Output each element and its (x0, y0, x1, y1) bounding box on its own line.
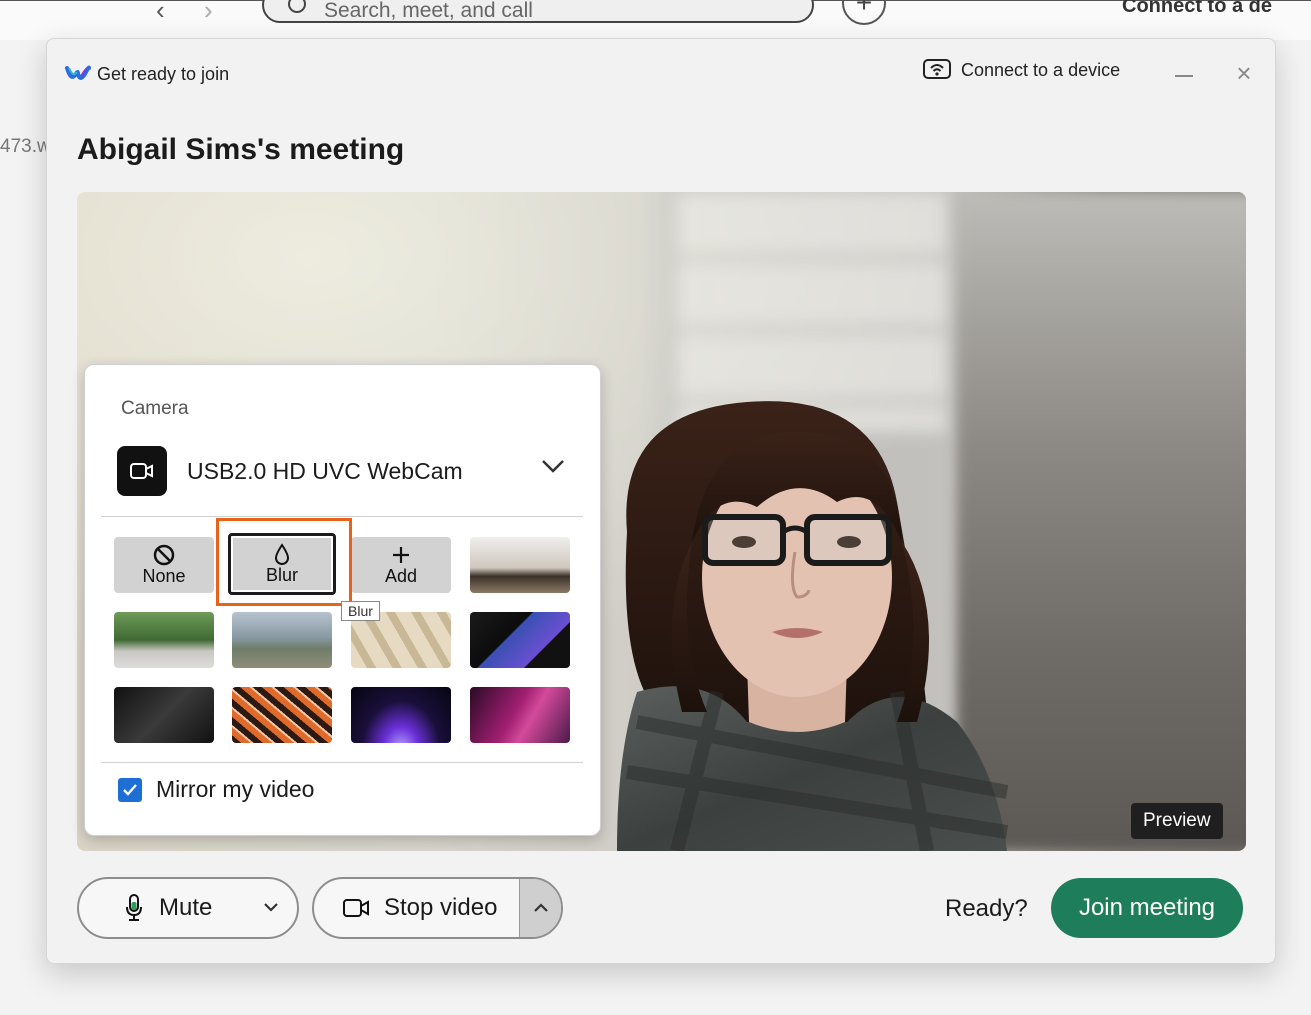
cast-device-icon (923, 59, 951, 79)
mute-button-group: Mute (77, 877, 299, 939)
new-action-button[interactable]: + (842, 0, 886, 25)
camera-icon (117, 446, 167, 496)
background-image-forest-room[interactable] (114, 612, 214, 668)
background-image-office[interactable] (470, 537, 570, 593)
person-silhouette (617, 401, 1009, 851)
background-blur-option[interactable]: Blur (228, 533, 336, 595)
dialog-title: Get ready to join (97, 63, 230, 84)
chevron-down-icon[interactable] (263, 901, 279, 913)
forward-arrow-icon[interactable]: › (204, 0, 213, 26)
background-search-input[interactable]: Search, meet, and call (262, 0, 814, 23)
camera-section-label: Camera (121, 398, 189, 419)
blur-tooltip: Blur (341, 601, 380, 621)
video-options-toggle[interactable] (519, 879, 561, 937)
background-image-blue-abstract[interactable] (470, 612, 570, 668)
webex-logo-icon (65, 65, 91, 80)
camera-device-select[interactable]: USB2.0 HD UVC WebCam (117, 445, 565, 497)
background-add-option[interactable]: Add (351, 537, 451, 593)
stop-video-label: Stop video (384, 894, 498, 921)
no-symbol-icon (153, 544, 175, 566)
video-camera-icon (342, 898, 370, 918)
background-connect-link[interactable]: Connect to a de (1122, 0, 1272, 18)
mute-button[interactable]: Mute (79, 893, 212, 923)
connect-device-label: Connect to a device (961, 59, 1121, 80)
search-icon (288, 0, 306, 13)
stop-video-button-group: Stop video (312, 877, 563, 939)
join-dialog: Get ready to join Connect to a device × … (46, 38, 1276, 964)
mirror-video-checkbox[interactable]: Mirror my video (118, 776, 314, 803)
camera-settings-panel: Camera USB2.0 HD UVC WebCam None Blur Ad… (84, 364, 601, 836)
background-image-pink-abstract[interactable] (470, 687, 570, 743)
stop-video-button[interactable]: Stop video (314, 894, 497, 922)
none-label: None (142, 565, 186, 586)
background-image-mountains[interactable] (232, 612, 332, 668)
camera-device-name: USB2.0 HD UVC WebCam (187, 457, 463, 484)
add-label: Add (384, 565, 418, 586)
chevron-down-icon (542, 460, 564, 473)
background-image-purple-glow[interactable] (351, 687, 451, 743)
checkmark-icon[interactable] (118, 777, 142, 802)
connect-device-button[interactable]: Connect to a device (923, 59, 1120, 81)
background-none-option[interactable]: None (114, 537, 214, 593)
dialog-header: Get ready to join (65, 61, 229, 87)
divider (101, 516, 583, 517)
chevron-up-icon (533, 903, 548, 912)
background-topbar: ‹ › Search, meet, and call + Connect to … (0, 0, 1311, 40)
divider (101, 762, 583, 763)
mirror-video-label: Mirror my video (156, 776, 315, 802)
droplet-icon (274, 542, 290, 565)
mute-label: Mute (159, 894, 213, 921)
microphone-icon (123, 893, 145, 923)
plus-icon (391, 544, 411, 566)
background-image-dark-waves[interactable] (114, 687, 214, 743)
background-side-text: 473.w (0, 136, 51, 157)
background-image-orange-marble[interactable] (232, 687, 332, 743)
preview-badge: Preview (1131, 803, 1223, 839)
close-icon[interactable]: × (1231, 60, 1257, 87)
ready-prompt: Ready? (945, 895, 1028, 922)
blur-label: Blur (265, 564, 298, 585)
search-placeholder: Search, meet, and call (324, 0, 533, 22)
meeting-title: Abigail Sims's meeting (77, 133, 405, 166)
back-arrow-icon[interactable]: ‹ (156, 0, 165, 26)
minimize-button[interactable] (1173, 61, 1197, 85)
join-meeting-button[interactable]: Join meeting (1051, 878, 1243, 938)
